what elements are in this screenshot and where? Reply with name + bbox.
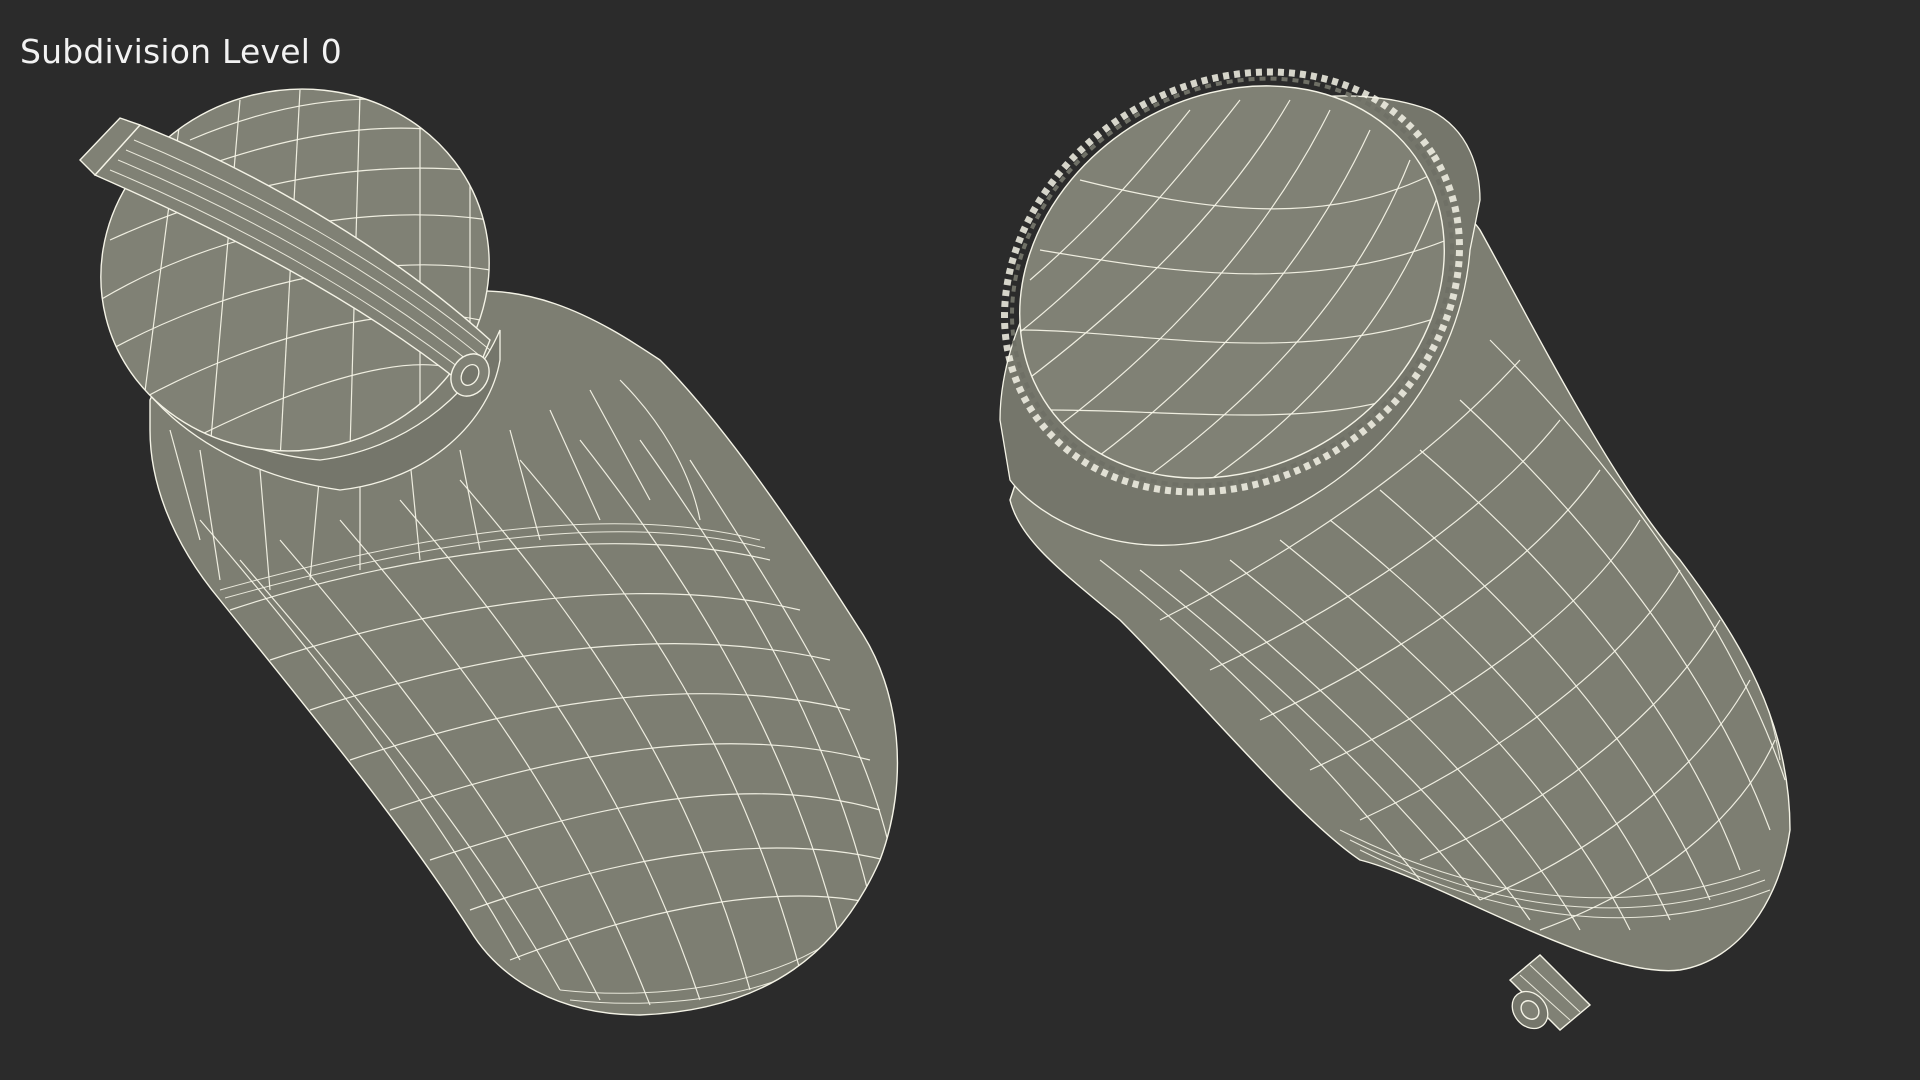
wireframe-scene: [79, 68, 1791, 1031]
viewport: Subdivision Level 0: [0, 0, 1920, 1080]
spray-can-right: [999, 68, 1791, 1031]
spray-can-left: [79, 88, 899, 1016]
left-can-cap: [79, 88, 501, 491]
right-nozzle: [1508, 954, 1592, 1031]
